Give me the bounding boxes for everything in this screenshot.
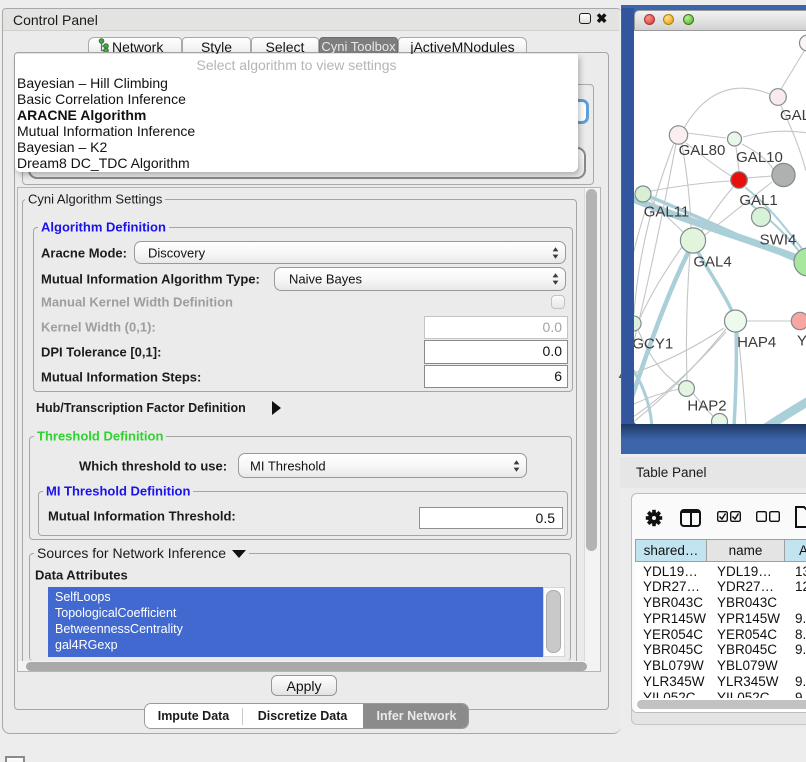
svg-text:SWI4: SWI4 xyxy=(760,232,797,249)
svg-text:GAL80: GAL80 xyxy=(679,142,726,159)
svg-text:GAL10: GAL10 xyxy=(736,149,783,166)
svg-text:HAP2: HAP2 xyxy=(687,398,726,415)
svg-text:GAL1: GAL1 xyxy=(739,192,777,209)
svg-text:GCY1: GCY1 xyxy=(634,336,673,353)
svg-text:GAL2: GAL2 xyxy=(780,107,806,124)
svg-text:YJL: YJL xyxy=(797,333,806,350)
svg-text:HAP4: HAP4 xyxy=(737,334,776,351)
svg-text:GAL4: GAL4 xyxy=(693,254,731,271)
svg-text:GAL11: GAL11 xyxy=(644,204,690,221)
